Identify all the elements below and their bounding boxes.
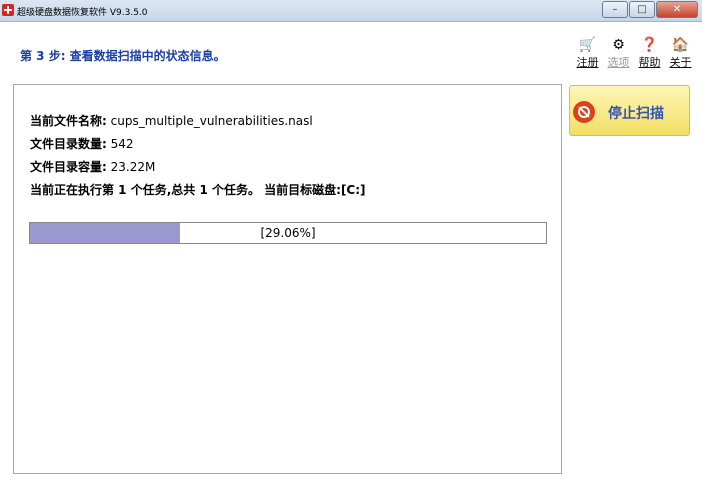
close-button[interactable]: ✕ xyxy=(656,1,698,18)
help-link[interactable]: ❓ 帮助 xyxy=(634,36,665,70)
cart-icon: 🛒 xyxy=(578,37,597,53)
window-controls: – □ ✕ xyxy=(601,1,698,18)
about-label: 关于 xyxy=(669,56,692,69)
file-size-label: 文件目录容量: xyxy=(30,160,107,174)
file-count-value: 542 xyxy=(110,137,134,151)
gear-icon: ⚙ xyxy=(612,37,625,53)
window-title: 超级硬盘数据恢复软件 V9.3.5.0 xyxy=(17,8,148,18)
scan-progress-bar: [29.06%] xyxy=(29,222,547,244)
app-icon xyxy=(2,4,14,16)
task-info: 当前正在执行第 1 个任务,总共 1 个任务。 当前目标磁盘:[C:] xyxy=(30,181,366,198)
current-file-value: cups_multiple_vulnerabilities.nasl xyxy=(110,114,313,128)
register-label: 注册 xyxy=(576,56,599,69)
stop-icon xyxy=(573,101,595,123)
help-label: 帮助 xyxy=(638,56,661,69)
current-file-label: 当前文件名称: xyxy=(30,114,107,128)
register-link[interactable]: 🛒 注册 xyxy=(572,36,603,70)
task-info-text: 当前正在执行第 1 个任务,总共 1 个任务。 当前目标磁盘:[C:] xyxy=(30,183,366,197)
top-toolbar: 🛒 注册 ⚙ 选项 ❓ 帮助 🏠 关于 xyxy=(572,36,696,70)
stop-scan-button[interactable]: 停止扫描 xyxy=(569,85,690,136)
maximize-button[interactable]: □ xyxy=(629,1,655,18)
house-icon: 🏠 xyxy=(671,37,690,53)
minimize-button[interactable]: – xyxy=(602,1,628,18)
title-bar: 超级硬盘数据恢复软件 V9.3.5.0 – □ ✕ xyxy=(0,0,702,22)
options-link[interactable]: ⚙ 选项 xyxy=(603,36,634,70)
options-label: 选项 xyxy=(607,56,630,69)
file-count-label: 文件目录数量: xyxy=(30,137,107,151)
file-size-value: 23.22M xyxy=(110,160,156,174)
stop-scan-label: 停止扫描 xyxy=(608,106,664,122)
file-size-row: 文件目录容量: 23.22M xyxy=(30,158,155,175)
step-heading: 第 3 步: 查看数据扫描中的状态信息。 xyxy=(20,49,226,63)
current-file-row: 当前文件名称: cups_multiple_vulnerabilities.na… xyxy=(30,112,313,129)
about-link[interactable]: 🏠 关于 xyxy=(665,36,696,70)
file-count-row: 文件目录数量: 542 xyxy=(30,135,134,152)
progress-text: [29.06%] xyxy=(260,226,316,240)
help-icon: ❓ xyxy=(640,37,659,53)
